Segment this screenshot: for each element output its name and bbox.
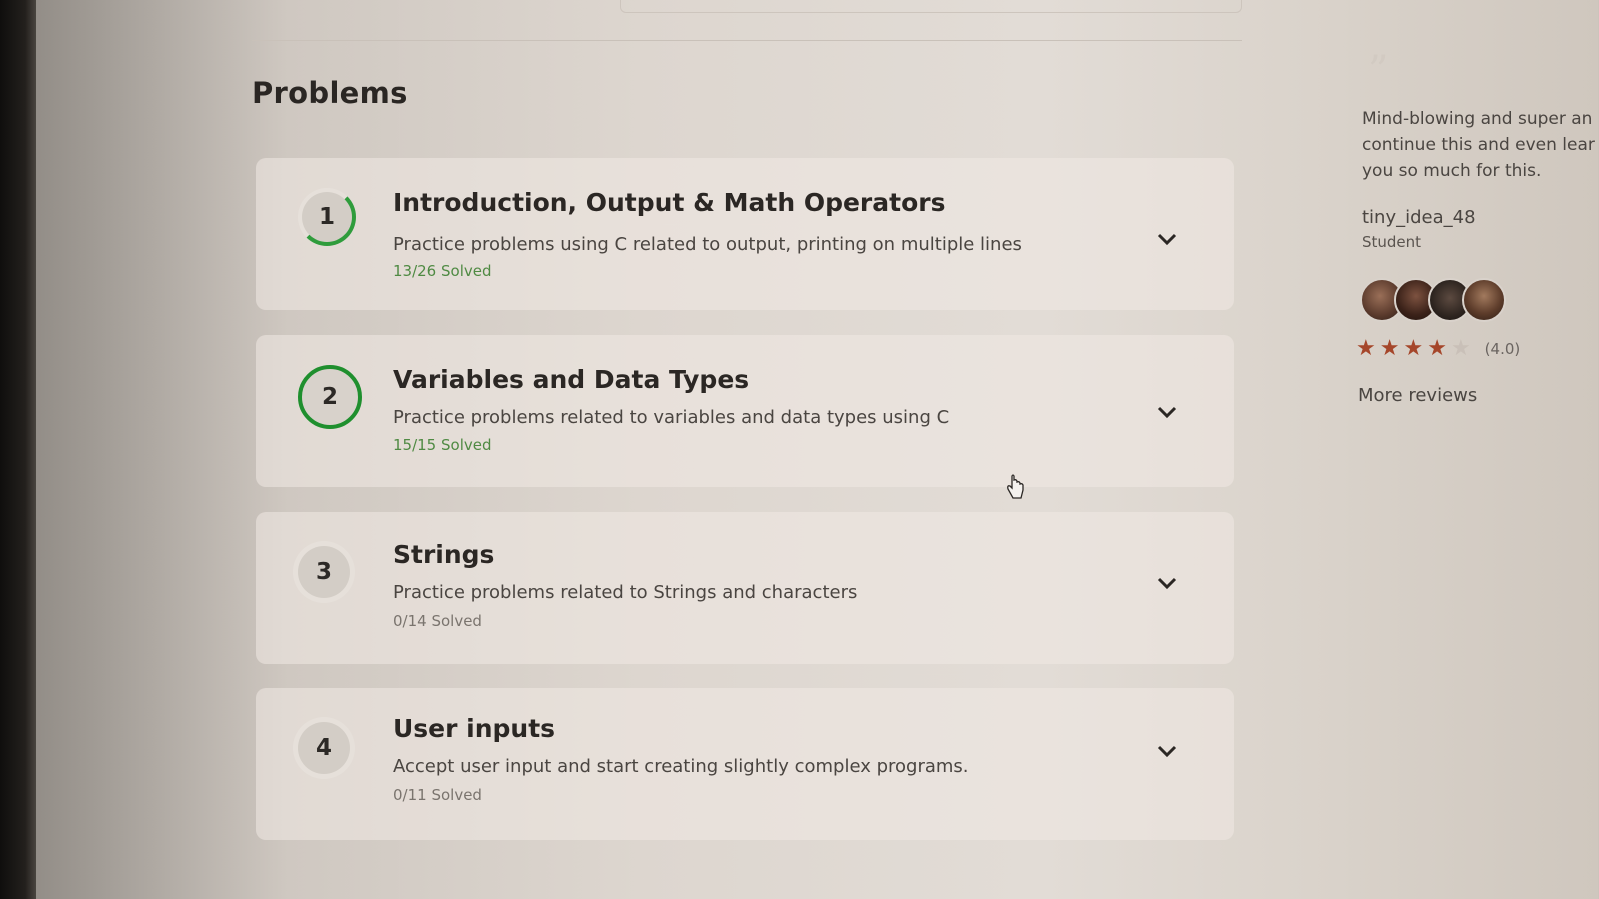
reviewer-name: tiny_idea_48 (1362, 207, 1476, 228)
chevron-down-icon[interactable] (1156, 572, 1178, 594)
progress-ring: 2 (298, 365, 362, 429)
review-line: continue this and even lear (1362, 135, 1595, 155)
top-tab-outline (620, 0, 1242, 13)
review-text: Mind-blowing and super an continue this … (1362, 106, 1599, 184)
problem-title: User inputs (393, 714, 556, 743)
more-reviews-link[interactable]: More reviews (1358, 385, 1477, 406)
hand-pointer-icon (1007, 474, 1024, 499)
reviewer-avatars[interactable] (1360, 278, 1506, 322)
problem-description: Practice problems related to variables a… (393, 407, 950, 428)
rating-stars: ★ ★ ★ ★ ★ (4.0) (1356, 338, 1520, 360)
problem-card-3[interactable]: 3 Strings Practice problems related to S… (256, 512, 1234, 664)
star-icon: ★ (1403, 336, 1424, 361)
progress-ring: 4 (298, 722, 350, 774)
star-icon: ★ (1427, 336, 1447, 361)
problem-progress: 0/14 Solved (393, 612, 482, 630)
problem-number: 2 (321, 384, 338, 410)
problem-description: Practice problems using C related to out… (393, 234, 1022, 255)
star-icon: ★ (1379, 336, 1400, 361)
avatar[interactable] (1462, 278, 1506, 322)
chevron-down-icon[interactable] (1156, 401, 1178, 423)
problem-number: 3 (315, 559, 332, 585)
review-line: Mind-blowing and super an (1362, 109, 1593, 129)
divider (252, 40, 1242, 41)
problem-progress: 13/26 Solved (393, 262, 492, 280)
problem-description: Practice problems related to Strings and… (393, 582, 858, 603)
chevron-down-icon[interactable] (1156, 740, 1178, 762)
problem-title: Introduction, Output & Math Operators (393, 188, 946, 217)
star-icon: ★ (1450, 336, 1471, 361)
progress-ring: 1 (298, 188, 356, 246)
chevron-down-icon[interactable] (1156, 228, 1178, 250)
star-icon: ★ (1356, 336, 1376, 361)
problem-progress: 15/15 Solved (393, 436, 492, 454)
problem-card-1[interactable]: 1 Introduction, Output & Math Operators … (256, 158, 1234, 310)
rating-value: (4.0) (1484, 340, 1521, 358)
problem-card-4[interactable]: 4 User inputs Accept user input and star… (256, 688, 1234, 840)
problem-card-2[interactable]: 2 Variables and Data Types Practice prob… (256, 335, 1234, 487)
screen-bezel (0, 0, 36, 899)
problem-description: Accept user input and start creating sli… (393, 756, 969, 777)
problem-title: Variables and Data Types (393, 365, 750, 394)
problem-number: 4 (315, 735, 332, 761)
quote-icon: ” (1368, 48, 1389, 94)
problem-progress: 0/11 Solved (393, 786, 482, 804)
section-title: Problems (252, 76, 408, 110)
progress-ring: 3 (298, 546, 350, 598)
problem-number: 1 (318, 204, 335, 230)
review-line: you so much for this. (1362, 161, 1542, 181)
problem-title: Strings (393, 540, 495, 569)
reviewer-role: Student (1362, 233, 1422, 251)
